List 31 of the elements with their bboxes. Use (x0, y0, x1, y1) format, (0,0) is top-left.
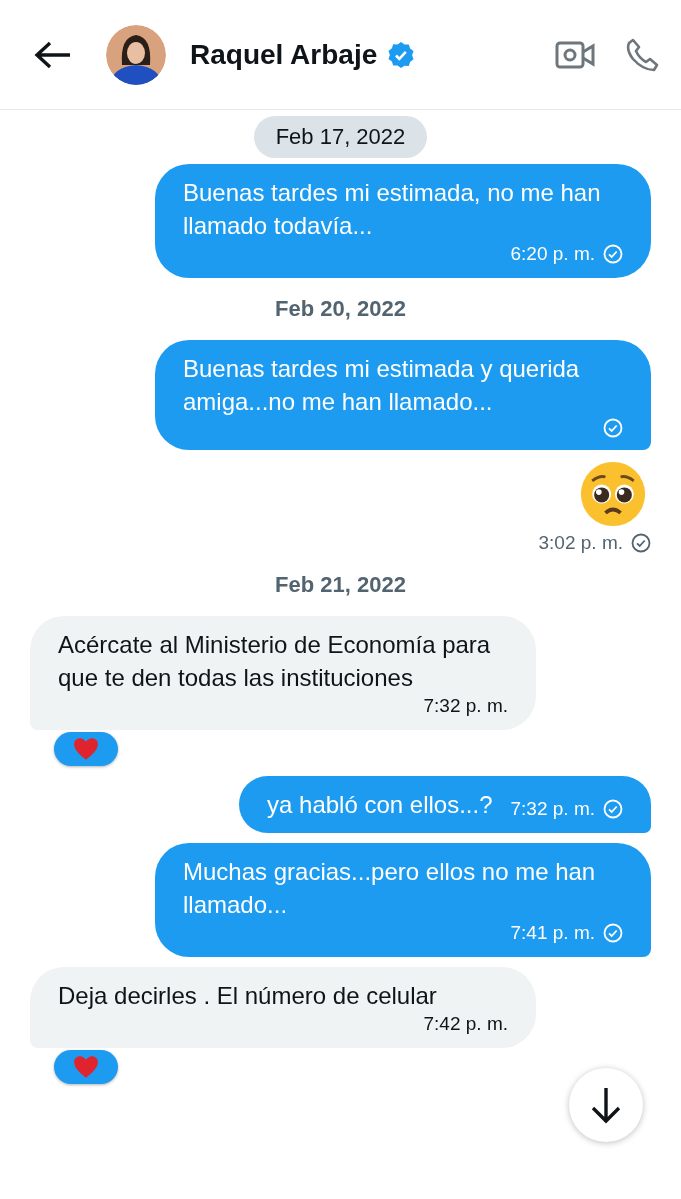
reaction-button[interactable] (54, 1050, 118, 1084)
sent-check-icon (603, 244, 623, 264)
message-time: 6:20 p. m. (510, 242, 595, 266)
heart-icon (73, 1055, 99, 1079)
message-text: Muchas gracias...pero ellos no me han llamado... (183, 857, 597, 920)
contact-name: Raquel Arbaje (190, 38, 378, 71)
message-text: Acércate al Ministerio de Economía para que te den todas las instituciones (58, 630, 492, 693)
message-text: Buenas tardes mi estimada y querida amiga...no me han llamado... (183, 354, 581, 417)
message-text: Buenas tardes mi estimada, no me han llamado todavía... (183, 178, 602, 241)
message-time: 3:02 p. m. (538, 532, 623, 554)
message-time: 7:32 p. m. (423, 694, 508, 718)
sent-check-icon (603, 923, 623, 943)
date-label: Feb 17, 2022 (253, 116, 428, 158)
date-label: Feb 20, 2022 (275, 296, 406, 322)
scroll-down-button[interactable] (569, 1068, 643, 1142)
reaction-button[interactable] (54, 732, 118, 766)
message-text: ya habló con ellos...? (267, 790, 493, 820)
sent-check-icon (603, 799, 623, 819)
message-time: 7:42 p. m. (423, 1012, 508, 1036)
pleading-face-emoji (579, 460, 647, 528)
back-arrow-icon[interactable] (34, 39, 72, 70)
date-label: Feb 21, 2022 (275, 572, 406, 598)
video-call-icon[interactable] (555, 39, 595, 70)
sent-check-icon (603, 418, 623, 438)
heart-icon (73, 737, 99, 761)
arrow-down-icon (589, 1086, 623, 1124)
phone-icon[interactable] (625, 36, 661, 73)
message-time: 7:32 p. m. (510, 797, 595, 821)
message-time: 7:41 p. m. (510, 921, 595, 945)
message-text: Deja decirles . El número de celular (58, 981, 437, 1011)
sent-check-icon (631, 533, 651, 553)
